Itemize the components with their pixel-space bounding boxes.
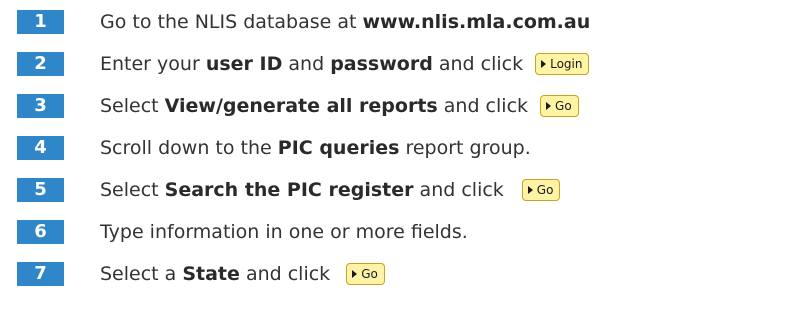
go-button[interactable]: Go [346, 263, 385, 285]
step-4: 4 Scroll down to the PIC queries report … [0, 130, 800, 166]
step-2: 2 Enter your user ID and password and cl… [0, 46, 800, 82]
step-text: Enter your user ID and password and clic… [100, 46, 590, 82]
go-button-label: Go [555, 99, 572, 113]
step-number-badge: 5 [17, 178, 64, 202]
step-5: 5 Select Search the PIC register and cli… [0, 172, 800, 208]
step-text: Scroll down to the PIC queries report gr… [100, 130, 531, 166]
step-6: 6 Type information in one or more fields… [0, 214, 800, 250]
pic-queries-term: PIC queries [277, 137, 400, 159]
step-text-segment: Select [100, 179, 165, 201]
step-number-badge: 7 [17, 262, 64, 286]
step-text-segment: Scroll down to the [100, 137, 278, 159]
login-button-label: Login [550, 57, 583, 71]
go-button[interactable]: Go [521, 179, 561, 201]
state-term: State [182, 263, 240, 285]
step-number-badge: 1 [17, 10, 64, 34]
play-triangle-icon [352, 270, 358, 278]
step-text-segment: Select a [100, 263, 183, 285]
user-id-term: user ID [205, 53, 283, 75]
step-text: Select Search the PIC register and click… [100, 172, 561, 208]
login-button[interactable]: Login [535, 53, 590, 75]
step-text-segment: and click [437, 95, 529, 117]
step-text-segment: Type information in one or more fields. [100, 221, 468, 243]
step-3: 3 Select View/generate all reports and c… [0, 88, 800, 124]
step-text: Type information in one or more fields. [100, 214, 468, 250]
step-text-segment: and click [239, 263, 331, 285]
step-text-segment: report group. [399, 137, 531, 159]
step-number-badge: 4 [17, 136, 64, 160]
step-7: 7 Select a State and click Go [0, 256, 800, 292]
step-text-segment: Go to the NLIS database at [100, 11, 363, 33]
step-text: Select View/generate all reports and cli… [100, 88, 579, 124]
step-text-segment: Select [100, 95, 165, 117]
go-button-label: Go [536, 183, 554, 197]
step-number-badge: 2 [17, 52, 64, 76]
step-text: Select a State and click Go [100, 256, 385, 292]
step-number-badge: 3 [17, 94, 64, 118]
go-button-label: Go [361, 267, 378, 281]
play-triangle-icon [541, 60, 547, 68]
step-number-badge: 6 [17, 220, 64, 244]
step-text-segment: and [282, 53, 331, 75]
play-triangle-icon [546, 102, 552, 110]
step-text-segment: and click [413, 179, 504, 201]
play-triangle-icon [527, 186, 533, 194]
url-text: www.nlis.mla.com.au [362, 11, 591, 33]
go-button[interactable]: Go [540, 95, 579, 117]
view-generate-reports-term: View/generate all reports [164, 95, 438, 117]
step-text-segment: Enter your [100, 53, 206, 75]
step-text: Go to the NLIS database at www.nlis.mla.… [100, 4, 590, 40]
step-1: 1 Go to the NLIS database at www.nlis.ml… [0, 4, 800, 40]
step-text-segment: and click [432, 53, 524, 75]
password-term: password [330, 53, 433, 75]
search-pic-register-term: Search the PIC register [164, 179, 414, 201]
